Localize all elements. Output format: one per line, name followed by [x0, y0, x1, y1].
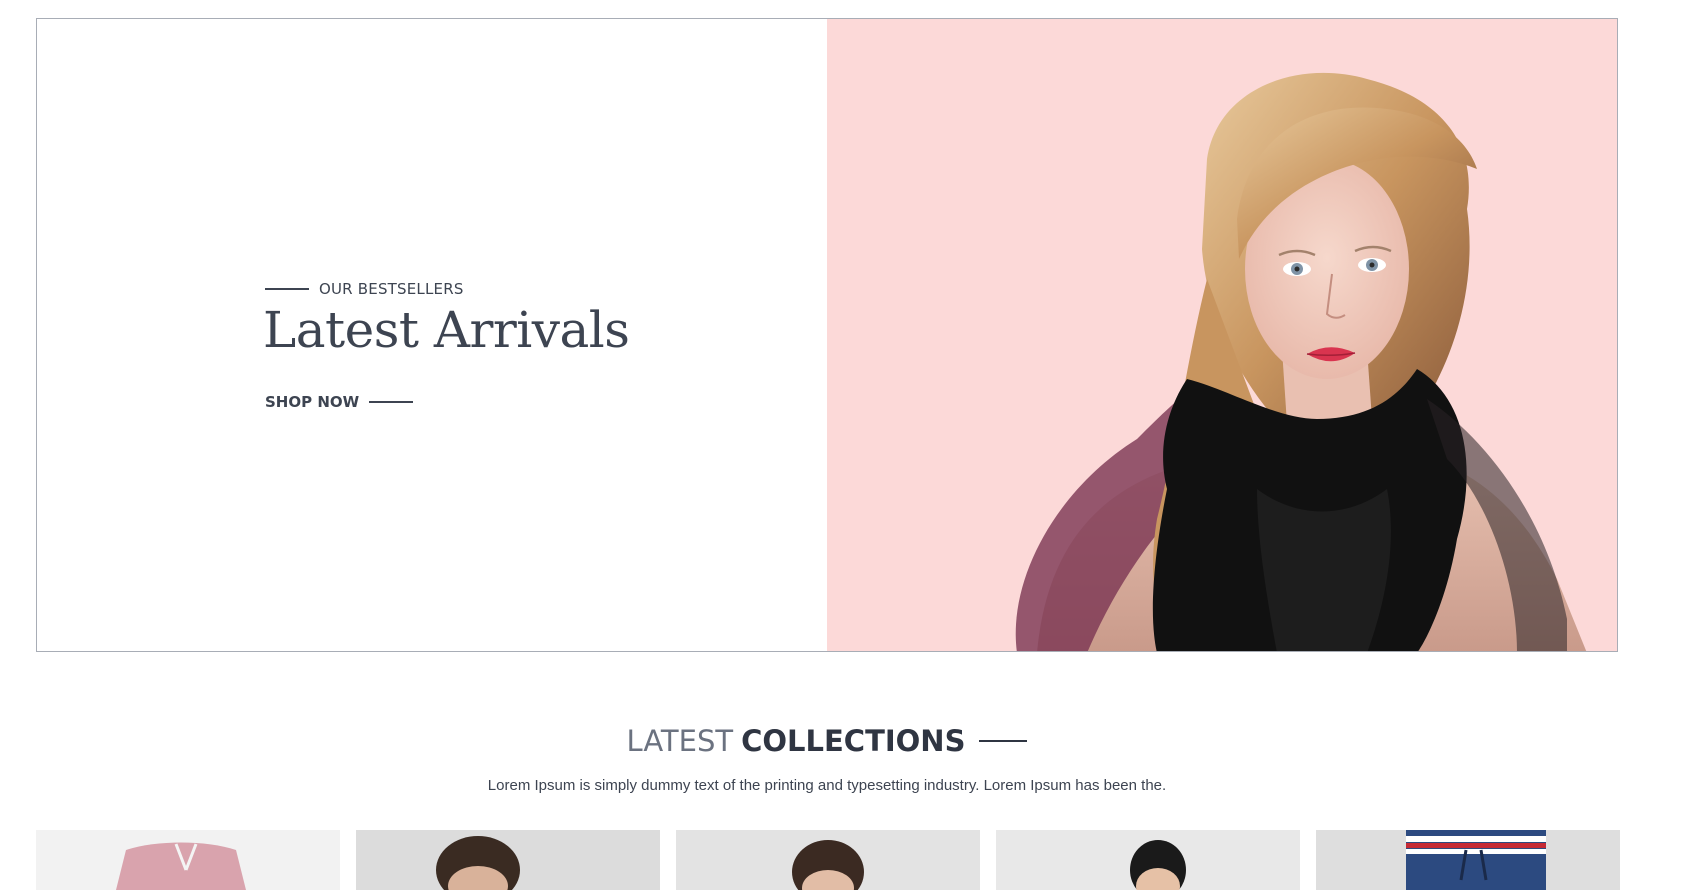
- pink-shorts-image: [116, 842, 246, 890]
- man-curly-hair-image: [436, 836, 520, 890]
- hero-title: Latest Arrivals: [263, 301, 630, 359]
- product-card-pink-shorts[interactable]: [36, 830, 340, 890]
- product-card-boy[interactable]: [676, 830, 980, 890]
- collections-title-line: [979, 740, 1028, 742]
- product-card-track-pants[interactable]: [1316, 830, 1620, 890]
- eyebrow-line: [265, 288, 309, 290]
- hero-text-panel: OUR BESTSELLERS Latest Arrivals SHOP NOW: [37, 19, 827, 651]
- shop-now-label[interactable]: SHOP NOW: [265, 393, 359, 411]
- navy-track-pants-image: [1406, 830, 1546, 890]
- hero-image: [827, 19, 1617, 651]
- collections-title-light: LATEST: [626, 724, 734, 758]
- hero-banner: OUR BESTSELLERS Latest Arrivals SHOP NOW: [36, 18, 1618, 652]
- collections-description: Lorem Ipsum is simply dummy text of the …: [487, 777, 1167, 794]
- collections-heading: LATEST COLLECTIONS: [0, 724, 1654, 758]
- boy-portrait-image: [792, 840, 864, 890]
- shop-now-link[interactable]: SHOP NOW: [265, 393, 414, 411]
- woman-portrait-image: [1130, 840, 1186, 890]
- shop-now-line: [369, 401, 414, 403]
- eyebrow-text: OUR BESTSELLERS: [319, 280, 464, 298]
- hero-eyebrow: OUR BESTSELLERS: [265, 280, 464, 298]
- product-grid: [36, 830, 1620, 890]
- product-card-man-curly[interactable]: [356, 830, 660, 890]
- product-card-woman[interactable]: [996, 830, 1300, 890]
- hero-model-image: [1015, 72, 1587, 651]
- collections-title-bold: COLLECTIONS: [741, 724, 966, 758]
